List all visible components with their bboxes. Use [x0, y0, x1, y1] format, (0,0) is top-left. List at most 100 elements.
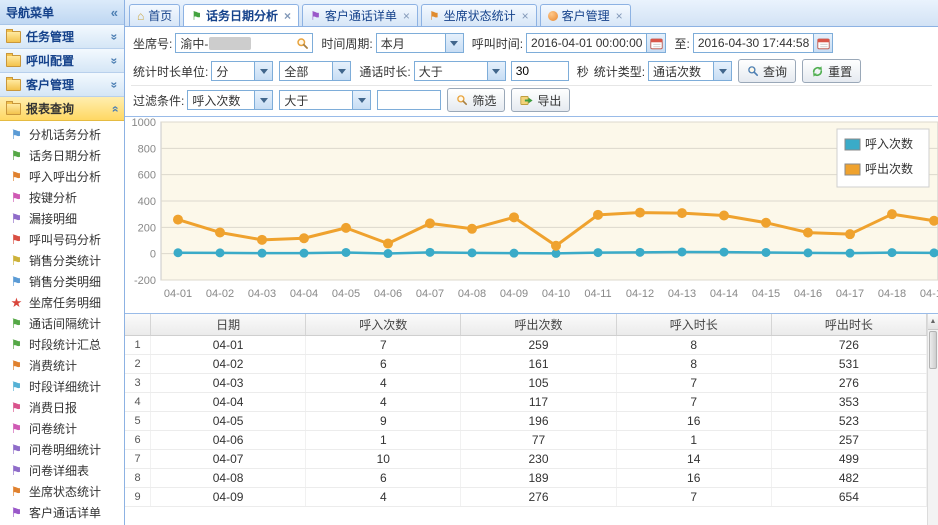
table-row[interactable]: 904-0942767654: [125, 488, 927, 507]
reset-button[interactable]: 重置: [802, 59, 861, 83]
sidebar-group-4[interactable]: 报表查询»: [0, 97, 124, 121]
x-axis-tick-label: 04-03: [248, 288, 276, 300]
tab-item[interactable]: ⚑坐席状态统计×: [421, 4, 537, 26]
folder-icon: [6, 103, 21, 115]
export-button[interactable]: 导出: [511, 88, 570, 112]
close-icon[interactable]: ×: [616, 9, 623, 23]
tab-item[interactable]: 客户管理×: [540, 4, 631, 26]
sidebar-group-3[interactable]: 客户管理»: [0, 73, 124, 97]
call-time-from-input[interactable]: 2016-04-01 00:00:00: [526, 33, 666, 53]
data-grid: 日期呼入次数呼出次数呼入时长呼出时长 104-0172598726204-026…: [125, 314, 938, 525]
period-select[interactable]: 本月: [376, 33, 464, 53]
search-icon: [747, 65, 759, 77]
sidebar-item[interactable]: ⚑消费日报: [0, 397, 124, 418]
sidebar-item[interactable]: ⚑时段统计汇总: [0, 334, 124, 355]
table-cell: 4: [306, 393, 461, 411]
table-cell: 10: [306, 450, 461, 468]
sidebar-item[interactable]: ⚑问卷详细表: [0, 460, 124, 481]
tab-active[interactable]: ⚑话务日期分析×: [183, 4, 299, 26]
collapse-left-icon[interactable]: «: [111, 5, 118, 20]
sidebar-item[interactable]: ⚑呼叫号码分析: [0, 229, 124, 250]
flag-icon: ⚑: [10, 506, 23, 519]
scroll-up-icon[interactable]: ▲: [928, 314, 938, 330]
filter-field-select[interactable]: 呼入次数: [187, 90, 273, 110]
x-axis-tick-label: 04-06: [374, 288, 402, 300]
sidebar-item[interactable]: ⚑通话间隔统计: [0, 313, 124, 334]
data-point: [509, 212, 519, 222]
filter-op-select[interactable]: 大于: [279, 90, 371, 110]
sidebar-item[interactable]: ★坐席任务明细: [0, 292, 124, 313]
table-cell: 196: [461, 412, 616, 430]
sidebar-report-items: ⚑分机话务分析⚑话务日期分析⚑呼入呼出分析⚑按键分析⚑漏接明细⚑呼叫号码分析⚑销…: [0, 121, 124, 523]
sidebar-item[interactable]: ⚑按键分析: [0, 187, 124, 208]
duration-value-input[interactable]: [511, 61, 569, 81]
sidebar-item[interactable]: ⚑漏接明细: [0, 208, 124, 229]
data-point: [299, 233, 309, 243]
table-row[interactable]: 104-0172598726: [125, 336, 927, 355]
sidebar-item[interactable]: ⚑时段详细统计: [0, 376, 124, 397]
home-icon: ⌂: [137, 10, 144, 22]
close-icon[interactable]: ×: [403, 9, 410, 23]
sidebar-item[interactable]: ⚑消费统计: [0, 355, 124, 376]
sidebar-group-1[interactable]: 任务管理»: [0, 25, 124, 49]
sidebar-item[interactable]: ⚑销售分类明细: [0, 271, 124, 292]
sift-button[interactable]: 筛选: [447, 88, 505, 112]
unit-select[interactable]: 分: [211, 61, 273, 81]
legend-label[interactable]: 呼入次数: [865, 136, 913, 151]
column-header[interactable]: 日期: [151, 314, 306, 335]
table-cell: 161: [461, 355, 616, 373]
column-header[interactable]: 呼出时长: [772, 314, 927, 335]
scrollbar-thumb[interactable]: [929, 331, 937, 369]
scope-select[interactable]: 全部: [279, 61, 351, 81]
flag-icon: ⚑: [10, 191, 23, 204]
sidebar-item[interactable]: ⚑客户通话详单: [0, 502, 124, 523]
column-header[interactable]: 呼入次数: [306, 314, 461, 335]
sidebar-group-2[interactable]: 呼叫配置»: [0, 49, 124, 73]
table-row[interactable]: 804-08618916482: [125, 469, 927, 488]
sidebar-item[interactable]: ⚑问卷统计: [0, 418, 124, 439]
tab-item[interactable]: ⚑客户通话详单×: [302, 4, 418, 26]
sidebar-item[interactable]: ⚑ 问卷明细统计: [0, 439, 124, 460]
sidebar-item-label: 问卷明细统计: [29, 441, 101, 458]
close-icon[interactable]: ×: [284, 9, 291, 23]
x-axis-tick-label: 04-08: [458, 288, 486, 300]
duration-op-select[interactable]: 大于: [414, 61, 506, 81]
stat-type-select[interactable]: 通话次数: [648, 61, 732, 81]
close-icon[interactable]: ×: [522, 9, 529, 23]
x-axis-tick-label: 04-17: [836, 288, 864, 300]
agent-input[interactable]: 渝中-: [175, 33, 313, 53]
table-cell: 04-06: [151, 431, 306, 449]
call-time-to-input[interactable]: 2016-04-30 17:44:58: [693, 33, 833, 53]
legend-label[interactable]: 呼出次数: [865, 161, 913, 176]
calendar-icon[interactable]: [646, 34, 665, 52]
sidebar-item[interactable]: ⚑分机话务分析: [0, 124, 124, 145]
sidebar-item[interactable]: ⚑坐席状态统计: [0, 481, 124, 502]
filter-value-input[interactable]: [377, 90, 441, 110]
sidebar-item[interactable]: ⚑呼入呼出分析: [0, 166, 124, 187]
sidebar-item-label: 销售分类明细: [29, 273, 101, 290]
sidebar-item[interactable]: ⚑销售分类统计: [0, 250, 124, 271]
tab-item[interactable]: ⌂首页: [129, 4, 180, 26]
table-cell: 1: [306, 431, 461, 449]
search-icon[interactable]: [296, 37, 309, 50]
table-row[interactable]: 404-0441177353: [125, 393, 927, 412]
table-cell: 04-09: [151, 488, 306, 506]
query-button[interactable]: 查询: [738, 59, 796, 83]
table-cell: 259: [461, 336, 616, 354]
column-header[interactable]: 呼出次数: [461, 314, 616, 335]
table-row[interactable]: 304-0341057276: [125, 374, 927, 393]
calendar-icon[interactable]: [813, 34, 832, 52]
table-cell: 04-04: [151, 393, 306, 411]
flag-icon: ⚑: [10, 443, 23, 456]
vertical-scrollbar[interactable]: ▲: [927, 314, 938, 525]
legend-swatch[interactable]: [845, 164, 860, 175]
column-header[interactable]: 呼入时长: [617, 314, 772, 335]
table-cell: 04-07: [151, 450, 306, 468]
sidebar-item[interactable]: ⚑话务日期分析: [0, 145, 124, 166]
data-point: [257, 235, 267, 245]
table-row[interactable]: 704-071023014499: [125, 450, 927, 469]
table-row[interactable]: 604-061771257: [125, 431, 927, 450]
table-row[interactable]: 504-05919616523: [125, 412, 927, 431]
table-row[interactable]: 204-0261618531: [125, 355, 927, 374]
legend-swatch[interactable]: [845, 139, 860, 150]
